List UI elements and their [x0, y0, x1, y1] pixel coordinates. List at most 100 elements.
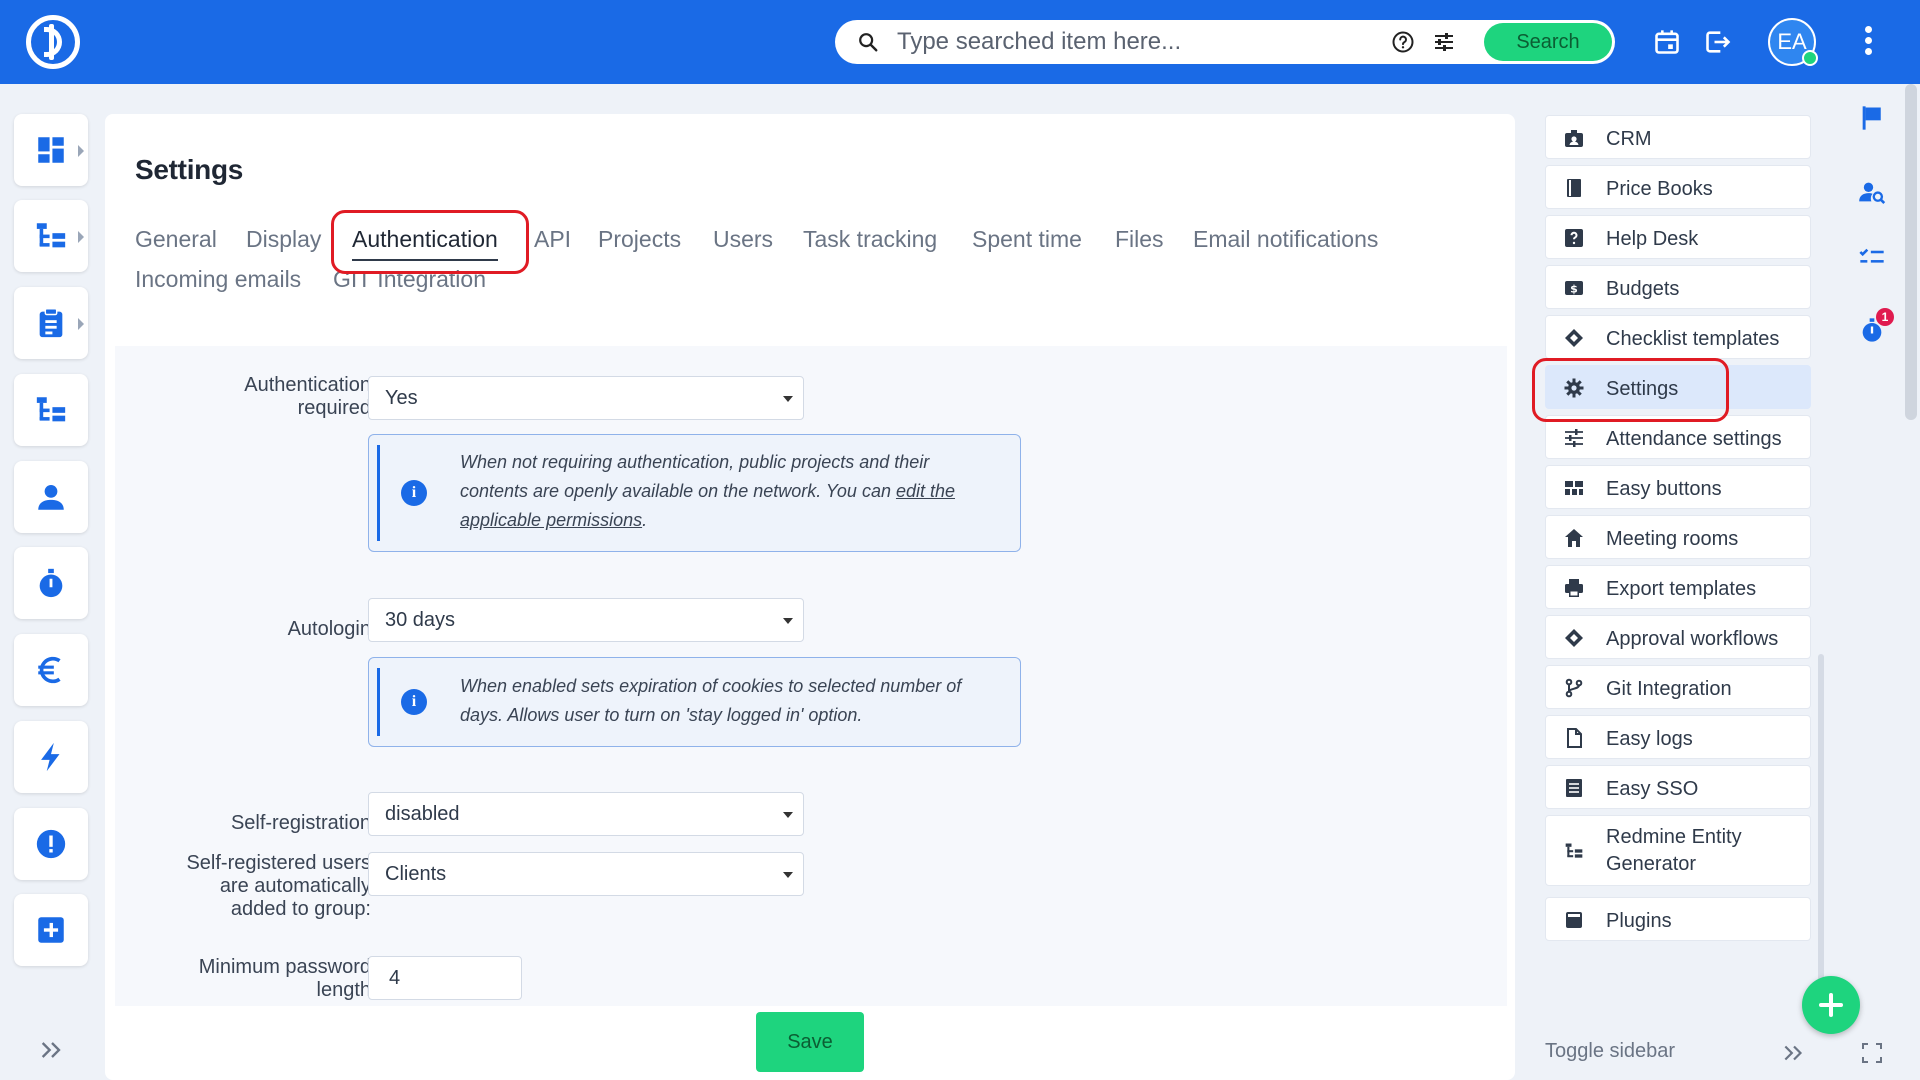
- menu-item-crm[interactable]: CRM: [1545, 115, 1811, 159]
- menu-item-label: Redmine Entity Generator: [1606, 826, 1742, 875]
- sidebar-structure[interactable]: [14, 374, 88, 446]
- alert-icon: [36, 829, 66, 859]
- sidebar-projects[interactable]: [14, 200, 88, 272]
- menu-item-label: CRM: [1606, 128, 1652, 150]
- info-icon: i: [401, 480, 427, 506]
- menu-item-easy-buttons[interactable]: Easy buttons: [1545, 465, 1811, 509]
- plugin-icon: [1566, 912, 1582, 928]
- home-icon: [1565, 529, 1583, 547]
- menu-item-approval-workflows[interactable]: Approval workflows: [1545, 615, 1811, 659]
- menu-item-budgets[interactable]: $ Budgets: [1545, 265, 1811, 309]
- left-sidebar: [0, 84, 104, 1080]
- add-fab-button[interactable]: [1802, 976, 1860, 1034]
- min-password-input[interactable]: 4: [368, 956, 522, 1000]
- autologin-label: Autologin: [287, 618, 371, 640]
- user-search-icon[interactable]: [1858, 178, 1886, 206]
- annotation-highlight: [1532, 358, 1729, 422]
- menu-item-label: Checklist templates: [1606, 328, 1780, 350]
- menu-item-price-books[interactable]: Price Books: [1545, 165, 1811, 209]
- menu-item-label: Price Books: [1606, 178, 1713, 200]
- menu-item-help-desk[interactable]: Help Desk: [1545, 215, 1811, 259]
- app-logo[interactable]: [26, 15, 80, 69]
- online-status-dot: [1802, 50, 1818, 66]
- tab-task-tracking[interactable]: Task tracking: [803, 226, 937, 253]
- tab-spent-time[interactable]: Spent time: [972, 226, 1082, 253]
- save-button[interactable]: Save: [756, 1012, 864, 1072]
- crm-icon: [1565, 130, 1583, 147]
- admin-menu-scrollbar[interactable]: [1818, 654, 1824, 984]
- question-icon: [1565, 229, 1583, 247]
- stopwatch-icon: [39, 568, 63, 598]
- filter-sliders-icon[interactable]: [1432, 30, 1456, 54]
- self-registration-label: Self-registration: [230, 812, 371, 834]
- page-scrollbar[interactable]: [1905, 84, 1917, 420]
- menu-item-meeting-rooms[interactable]: Meeting rooms: [1545, 515, 1811, 559]
- tab-files[interactable]: Files: [1115, 226, 1164, 253]
- menu-item-plugins[interactable]: Plugins: [1545, 897, 1811, 941]
- menu-item-label: Approval workflows: [1606, 628, 1779, 650]
- sidebar-dashboard[interactable]: [14, 114, 88, 186]
- menu-item-label: Help Desk: [1606, 228, 1699, 250]
- menu-item-redmine-entity-generator[interactable]: Redmine Entity Generator: [1545, 815, 1811, 886]
- checklist-icon[interactable]: [1858, 245, 1886, 273]
- user-avatar[interactable]: EA: [1768, 18, 1818, 66]
- auth-info-note: i When not requiring authentication, pub…: [368, 434, 1021, 552]
- admin-menu: CRM Price Books Help Desk $ Budgets Chec…: [1535, 84, 1875, 1080]
- min-password-label: Minimum password length: [198, 956, 371, 1001]
- help-icon[interactable]: [1391, 30, 1415, 54]
- euro-icon: [38, 656, 61, 684]
- self-registration-select[interactable]: disabled: [368, 792, 804, 836]
- auth-required-select[interactable]: Yes: [368, 376, 804, 420]
- auth-note-text: When not requiring authentication, publi…: [460, 452, 956, 530]
- menu-item-label: Easy SSO: [1606, 778, 1699, 800]
- autologin-info-note: i When enabled sets expiration of cookie…: [368, 657, 1021, 747]
- menu-item-easy-sso[interactable]: Easy SSO: [1545, 765, 1811, 809]
- self-registered-group-value: Clients: [385, 863, 447, 885]
- sidebar-finance[interactable]: [14, 634, 88, 706]
- grid-icon: [1565, 481, 1583, 495]
- sliders-icon: [1565, 429, 1583, 447]
- menu-item-label: Budgets: [1606, 278, 1680, 300]
- sidebar-add[interactable]: [14, 894, 88, 966]
- list-icon: [1566, 779, 1582, 797]
- self-registered-group-select[interactable]: Clients: [368, 852, 804, 896]
- chevron-double-right-icon[interactable]: [1781, 1042, 1807, 1064]
- expand-sidebar-icon[interactable]: [38, 1038, 66, 1062]
- logout-icon[interactable]: [1704, 28, 1732, 56]
- sidebar-users[interactable]: [14, 461, 88, 533]
- search-input[interactable]: [897, 28, 1377, 56]
- sidebar-alerts[interactable]: [14, 808, 88, 880]
- printer-icon: [1565, 579, 1583, 597]
- search-button[interactable]: Search: [1484, 23, 1612, 61]
- calendar-icon[interactable]: [1653, 28, 1681, 56]
- menu-item-label: Meeting rooms: [1606, 528, 1739, 550]
- tab-general[interactable]: General: [135, 226, 217, 253]
- fullscreen-icon[interactable]: [1861, 1042, 1883, 1064]
- toggle-sidebar-label[interactable]: Toggle sidebar: [1545, 1040, 1675, 1063]
- menu-item-label: Git Integration: [1606, 678, 1732, 700]
- tab-display[interactable]: Display: [246, 226, 321, 253]
- flag-icon[interactable]: [1858, 104, 1886, 132]
- tab-incoming-emails[interactable]: Incoming emails: [135, 266, 301, 293]
- svg-text:$: $: [1570, 283, 1578, 296]
- menu-item-easy-logs[interactable]: Easy logs: [1545, 715, 1811, 759]
- tab-users[interactable]: Users: [713, 226, 773, 253]
- chevron-down-icon: [783, 396, 793, 402]
- hierarchy-icon: [1565, 843, 1583, 858]
- tab-projects[interactable]: Projects: [598, 226, 681, 253]
- tab-email-notifications[interactable]: Email notifications: [1193, 226, 1378, 253]
- tab-api[interactable]: API: [534, 226, 571, 253]
- top-bar: Search EA: [0, 0, 1920, 84]
- sidebar-actions[interactable]: [14, 721, 88, 793]
- more-menu-icon[interactable]: [1862, 26, 1874, 58]
- menu-item-export-templates[interactable]: Export templates: [1545, 565, 1811, 609]
- sidebar-tasks[interactable]: [14, 287, 88, 359]
- page-title: Settings: [135, 154, 244, 185]
- autologin-select[interactable]: 30 days: [368, 598, 804, 642]
- menu-item-checklist-templates[interactable]: Checklist templates: [1545, 315, 1811, 359]
- file-icon: [1567, 728, 1582, 748]
- clipboard-icon: [39, 308, 63, 338]
- chevron-down-icon: [783, 872, 793, 878]
- menu-item-git-integration[interactable]: Git Integration: [1545, 665, 1811, 709]
- sidebar-time[interactable]: [14, 547, 88, 619]
